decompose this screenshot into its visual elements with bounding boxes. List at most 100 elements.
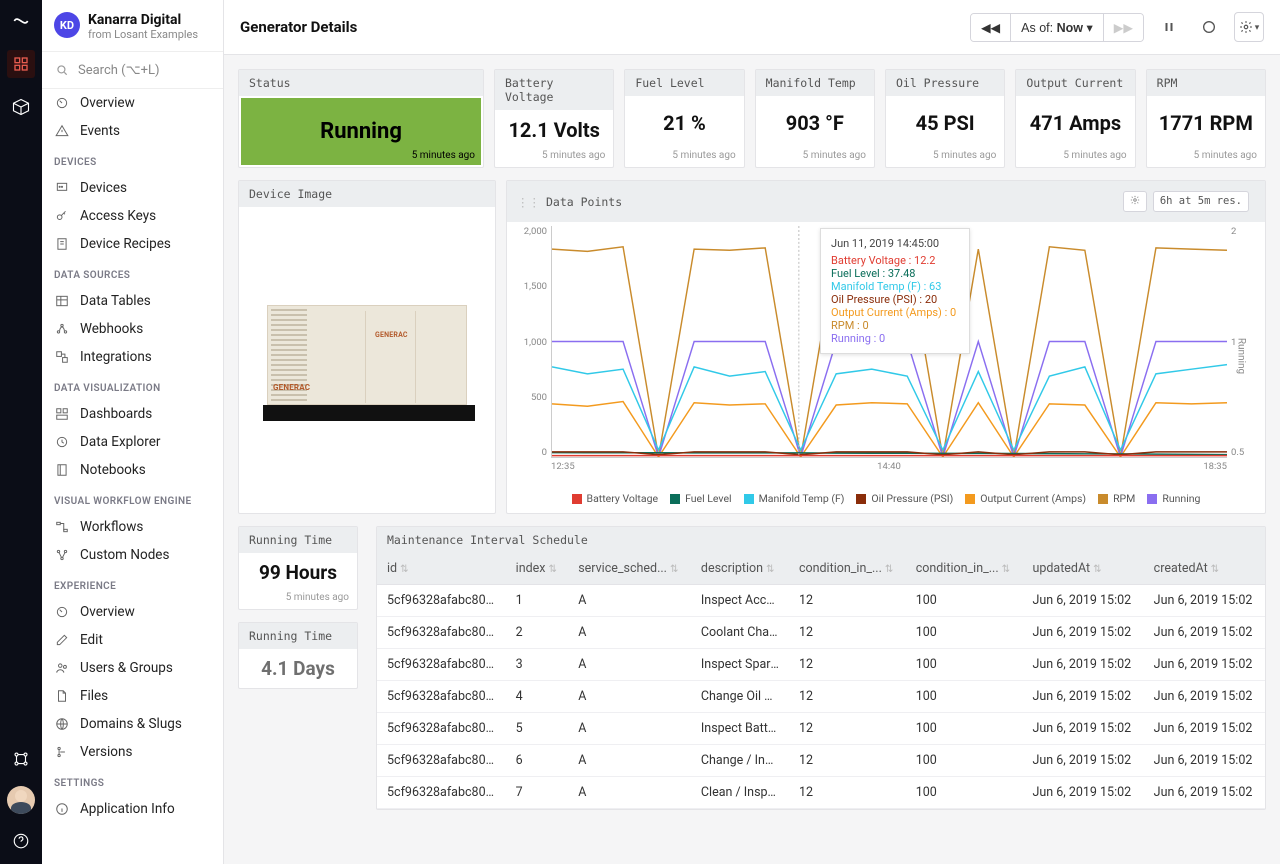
help-icon[interactable] [10, 830, 32, 852]
sidebar-item-data-tables[interactable]: Data Tables [42, 287, 223, 315]
table-cell: 5cf96328afabc800087... [377, 681, 506, 713]
webhook-icon [54, 321, 70, 337]
table-header[interactable]: condition_in_...⇅ [906, 553, 1023, 585]
search-input[interactable]: Search (⌥+L) [42, 52, 223, 89]
table-row[interactable]: 5cf96328afabc800087...3AInspect Spark ..… [377, 649, 1265, 681]
legend-label: Battery Voltage [587, 492, 659, 505]
legend-item[interactable]: RPM [1098, 492, 1135, 505]
kpi-tile-output-current: Output Current471 Amps5 minutes ago [1015, 69, 1135, 168]
drag-handle-icon[interactable]: ⋮⋮ [517, 195, 540, 209]
table-cell: 7 [506, 777, 569, 809]
legend-item[interactable]: Running [1147, 492, 1200, 505]
tile-value: 45 PSI [916, 111, 975, 135]
table-row[interactable]: 5cf96328afabc800087...1AInspect Acces...… [377, 585, 1265, 617]
sidebar-item-access-keys[interactable]: Access Keys [42, 202, 223, 230]
tile-foot: 5 minutes ago [886, 150, 1004, 167]
table-row[interactable]: 5cf96328afabc800087...7AClean / Inspe...… [377, 777, 1265, 809]
table-header[interactable]: id⇅ [377, 553, 506, 585]
table-cell: 5 [506, 713, 569, 745]
legend-swatch [1098, 494, 1108, 504]
table-header[interactable]: updatedAt⇅ [1022, 553, 1143, 585]
legend-item[interactable]: Fuel Level [670, 492, 732, 505]
sort-icon: ⇅ [400, 564, 408, 575]
table-header[interactable]: description⇅ [691, 553, 789, 585]
legend-item[interactable]: Manifold Temp (F) [744, 492, 845, 505]
table-row[interactable]: 5cf96328afabc800087...4AChange Oil & ...… [377, 681, 1265, 713]
sidebar-item-webhooks[interactable]: Webhooks [42, 315, 223, 343]
sidebar-item-data-explorer[interactable]: Data Explorer [42, 428, 223, 456]
y-tick: 500 [531, 392, 547, 403]
rail-item-dashboard-icon[interactable] [7, 50, 35, 78]
kpi-tile-manifold-temp: Manifold Temp903 °F5 minutes ago [755, 69, 875, 168]
tile-value: 12.1 Volts [508, 118, 599, 142]
tile-foot: 5 minutes ago [756, 150, 874, 167]
table-cell: Jun 6, 2019 15:02 [1144, 585, 1265, 617]
table-cell: Jun 6, 2019 15:02 [1022, 745, 1143, 777]
time-back-button[interactable]: ◀◀ [971, 14, 1011, 41]
org-badge: KD [54, 12, 80, 38]
app-rail [0, 0, 42, 864]
rail-item-box-icon[interactable] [10, 96, 32, 118]
sidebar-item-custom-nodes[interactable]: Custom Nodes [42, 541, 223, 569]
refresh-button[interactable] [1194, 12, 1224, 42]
sidebar-item-versions[interactable]: Versions [42, 738, 223, 766]
sidebar-item-device-recipes[interactable]: Device Recipes [42, 230, 223, 258]
kpi-tile-battery-voltage: Battery Voltage12.1 Volts5 minutes ago [494, 69, 614, 168]
table-cell: A [568, 617, 691, 649]
pause-button[interactable] [1154, 12, 1184, 42]
sidebar-item-edit[interactable]: Edit [42, 626, 223, 654]
table-row[interactable]: 5cf96328afabc800087...2ACoolant Chan...1… [377, 617, 1265, 649]
rail-item-graph-icon[interactable] [10, 748, 32, 770]
tile-title: Device Image [239, 181, 495, 207]
table-header[interactable]: index⇅ [506, 553, 569, 585]
sidebar-item-domains-slugs[interactable]: Domains & Slugs [42, 710, 223, 738]
sidebar-item-devices[interactable]: Devices [42, 174, 223, 202]
sidebar-item-notebooks[interactable]: Notebooks [42, 456, 223, 484]
y2-tick: 2 [1231, 226, 1236, 237]
sidebar-item-integrations[interactable]: Integrations [42, 343, 223, 371]
sidebar-item-files[interactable]: Files [42, 682, 223, 710]
status-value: Running5 minutes ago [241, 98, 481, 165]
sidebar-item-label: Application Info [80, 801, 175, 817]
table-cell: Jun 6, 2019 15:02 [1022, 617, 1143, 649]
org-header[interactable]: KD Kanarra Digital from Losant Examples [42, 0, 223, 52]
tile-title: Running Time [239, 527, 357, 553]
table-cell: Change Oil & ... [691, 681, 789, 713]
table-header[interactable]: condition_in_...⇅ [789, 553, 906, 585]
table-row[interactable]: 5cf96328afabc800087...6AChange / Insp...… [377, 745, 1265, 777]
user-avatar[interactable] [7, 786, 35, 814]
time-asof-button[interactable]: As of: Now ▾ [1011, 14, 1104, 41]
chart-settings-button[interactable] [1123, 191, 1147, 212]
sidebar-item-label: Notebooks [80, 462, 146, 478]
legend-swatch [856, 494, 866, 504]
sidebar-item-users-groups[interactable]: Users & Groups [42, 654, 223, 682]
chart-resolution-button[interactable]: 6h at 5m res. [1153, 191, 1249, 212]
legend-item[interactable]: Battery Voltage [572, 492, 659, 505]
app-logo-icon[interactable] [10, 10, 32, 32]
sidebar-item-workflows[interactable]: Workflows [42, 513, 223, 541]
table-cell: Jun 6, 2019 15:02 [1144, 649, 1265, 681]
tile-title: Data Points [546, 195, 622, 209]
sidebar-item-overview[interactable]: Overview [42, 598, 223, 626]
table-header[interactable]: createdAt⇅ [1144, 553, 1265, 585]
chart-plot-area[interactable]: 2,0001,5001,0005000 210.5 Running Jun 11… [517, 226, 1255, 486]
legend-label: Output Current (Amps) [980, 492, 1086, 505]
sidebar-item-label: Files [80, 688, 108, 704]
table-header[interactable]: service_sched...⇅ [568, 553, 691, 585]
settings-button[interactable]: ▾ [1234, 12, 1264, 42]
search-icon [54, 62, 70, 78]
workflow-icon [54, 519, 70, 535]
sidebar-item-overview[interactable]: Overview [42, 89, 223, 117]
sidebar-item-events[interactable]: Events [42, 117, 223, 145]
sidebar-item-application-info[interactable]: Application Info [42, 795, 223, 823]
sidebar-item-label: Data Explorer [80, 434, 160, 450]
table-row[interactable]: 5cf96328afabc800087...5AInspect Batter..… [377, 713, 1265, 745]
integrations-icon [54, 349, 70, 365]
sort-icon: ⇅ [670, 564, 678, 575]
table-cell: 5cf96328afabc800087... [377, 649, 506, 681]
sidebar-item-dashboards[interactable]: Dashboards [42, 400, 223, 428]
tooltip-row: Battery Voltage : 12.2 [831, 254, 959, 267]
legend-item[interactable]: Output Current (Amps) [965, 492, 1086, 505]
legend-item[interactable]: Oil Pressure (PSI) [856, 492, 953, 505]
table-cell: 5cf96328afabc800087... [377, 617, 506, 649]
